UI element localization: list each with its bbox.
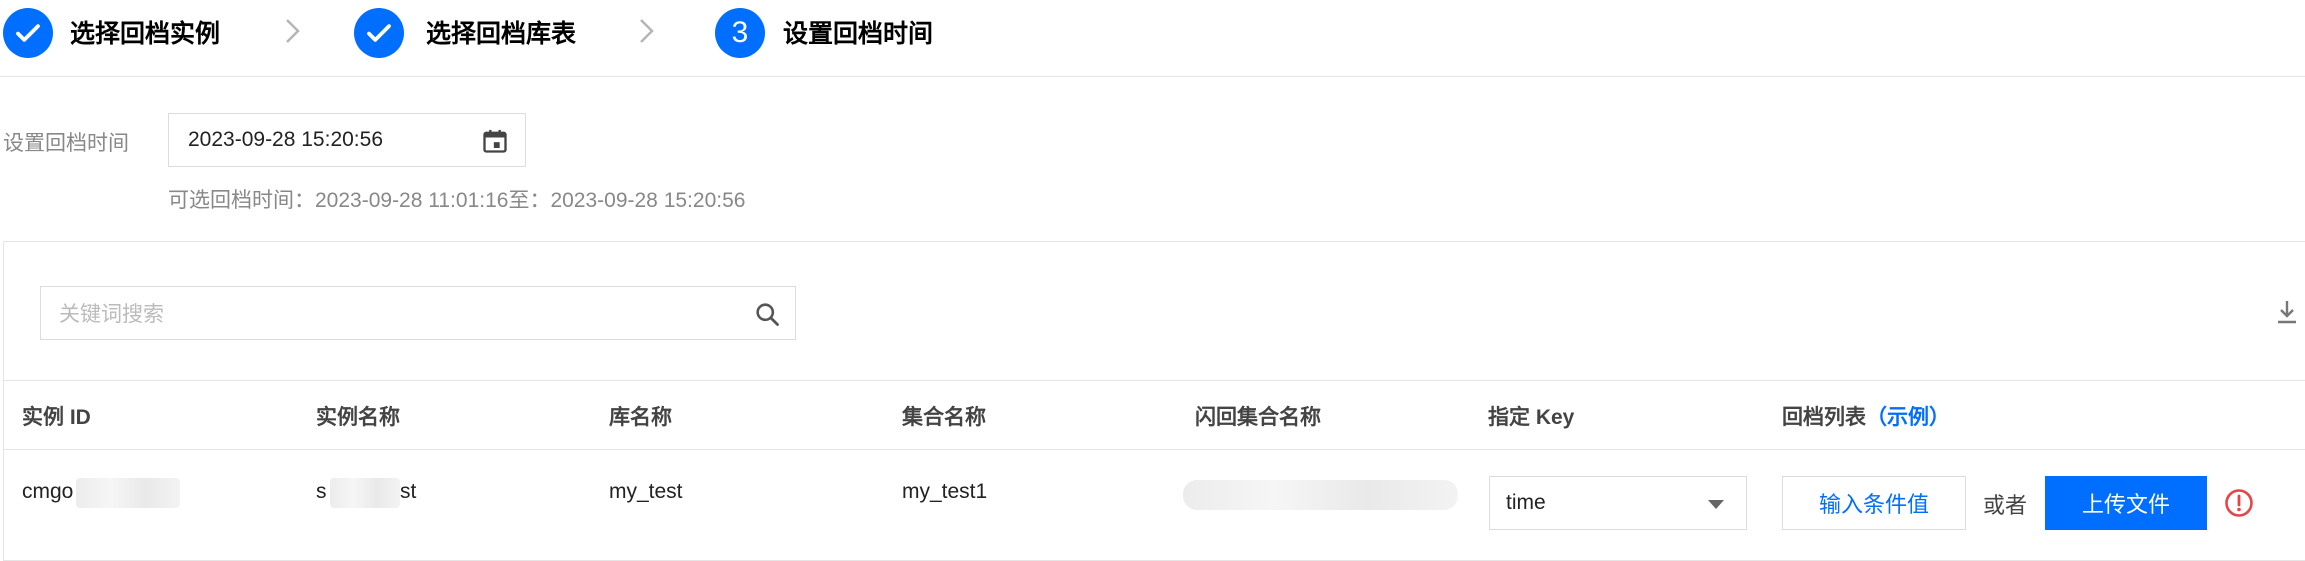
- cell-db-name: my_test: [609, 480, 683, 503]
- upload-file-button[interactable]: 上传文件: [2045, 476, 2207, 530]
- key-select-value: time: [1506, 491, 1546, 514]
- step-2-done-icon: [354, 8, 404, 58]
- cell-collection-name: my_test1: [902, 480, 988, 503]
- redacted-instance-name: [330, 478, 400, 508]
- rollback-time-label: 设置回档时间: [3, 132, 129, 155]
- col-specified-key: 指定 Key: [1488, 406, 1575, 429]
- warning-circle-icon[interactable]: [2224, 488, 2254, 518]
- cell-instance-id: cmgo: [22, 480, 74, 503]
- col-collection-name: 集合名称: [902, 406, 986, 429]
- or-text: 或者: [1983, 493, 2028, 518]
- redacted-instance-id: [76, 478, 180, 508]
- download-icon[interactable]: [2275, 298, 2299, 326]
- chevron-right-icon: [640, 19, 654, 43]
- search-icon[interactable]: [753, 300, 781, 328]
- calendar-icon[interactable]: [481, 127, 509, 155]
- chevron-right-icon: [286, 19, 300, 43]
- col-instance-id: 实例 ID: [22, 406, 91, 429]
- caret-down-icon: [1708, 500, 1724, 509]
- step-2-label[interactable]: 选择回档库表: [426, 14, 576, 50]
- available-time-hint: 可选回档时间：2023-09-28 11:01:16至：2023-09-28 1…: [168, 189, 746, 212]
- example-link[interactable]: （示例）: [1866, 406, 1950, 429]
- col-db-name: 库名称: [609, 406, 672, 429]
- check-icon: [16, 24, 40, 42]
- col-rollback-list-label: 回档列表: [1782, 406, 1866, 429]
- col-flashback-collection-name: 闪回集合名称: [1195, 406, 1321, 429]
- steps-divider: [0, 76, 2305, 77]
- key-select[interactable]: time: [1489, 476, 1747, 530]
- input-condition-button[interactable]: 输入条件值: [1782, 476, 1966, 530]
- redacted-flashback-name: [1183, 480, 1458, 510]
- check-icon: [367, 24, 391, 42]
- rollback-time-value: 2023-09-28 15:20:56: [188, 128, 383, 151]
- keyword-search-input[interactable]: 关键词搜索: [40, 286, 796, 340]
- step-1-label[interactable]: 选择回档实例: [70, 14, 220, 50]
- cell-instance-name-end: st: [400, 480, 417, 503]
- search-placeholder: 关键词搜索: [59, 303, 164, 326]
- col-instance-name: 实例名称: [316, 406, 400, 429]
- step-1-done-icon: [3, 8, 53, 58]
- cell-instance-name-start: s: [316, 480, 327, 503]
- rollback-time-picker[interactable]: 2023-09-28 15:20:56: [168, 113, 526, 167]
- step-3-number: 3: [715, 8, 765, 58]
- step-3-label: 设置回档时间: [783, 20, 934, 48]
- col-rollback-list: 回档列表（示例）: [1782, 401, 1950, 431]
